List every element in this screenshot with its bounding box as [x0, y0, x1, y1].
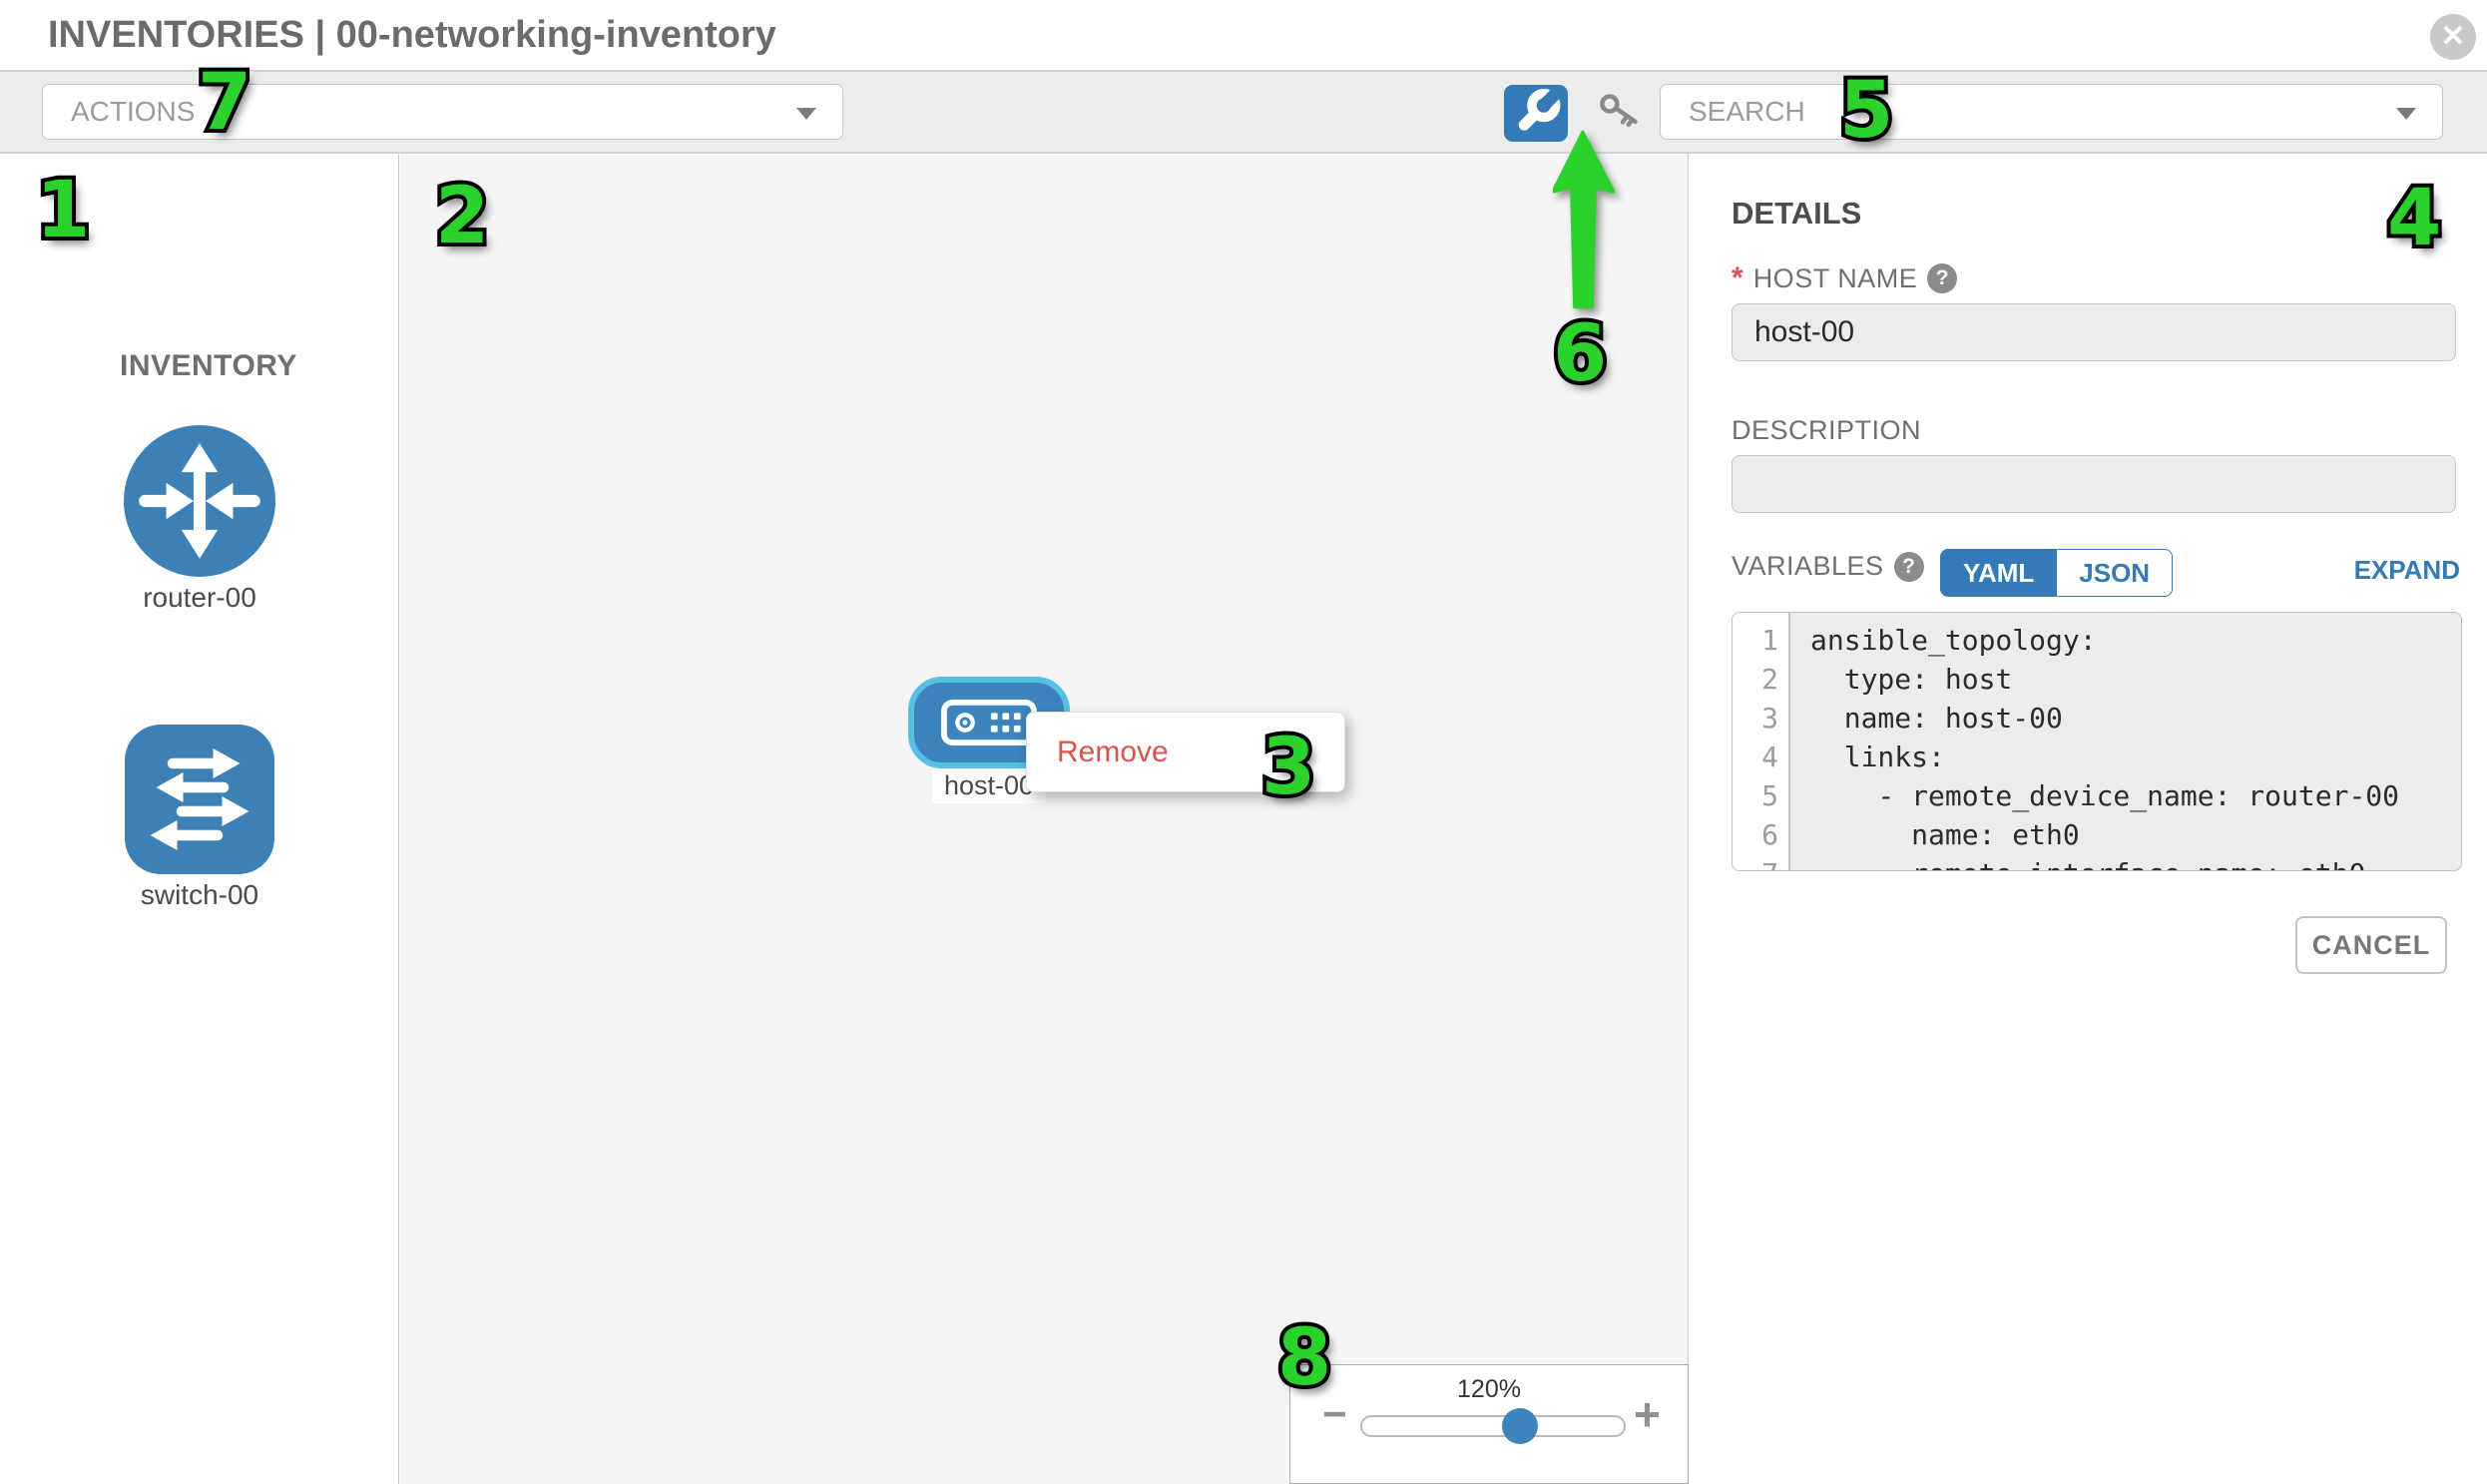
annotation-1: 1 — [36, 172, 90, 249]
help-icon[interactable]: ? — [1927, 263, 1957, 293]
description-label-row: DESCRIPTION — [1732, 415, 1921, 446]
line-number: 7 — [1733, 854, 1788, 871]
router-icon — [124, 425, 275, 577]
code-line: type: host — [1810, 660, 2461, 699]
toggle-json[interactable]: JSON — [2057, 549, 2173, 597]
annotation-8: 8 — [1277, 1319, 1331, 1397]
inventory-sidebar: INVENTORY router-00 — [0, 154, 399, 1484]
description-label: DESCRIPTION — [1732, 415, 1921, 446]
annotation-5: 5 — [1839, 72, 1893, 150]
zoom-in-button[interactable]: + — [1634, 1391, 1661, 1437]
variables-label: VARIABLES — [1732, 551, 1884, 582]
line-number: 1 — [1733, 621, 1788, 660]
required-marker: * — [1732, 261, 1743, 295]
line-number: 6 — [1733, 815, 1788, 854]
host-name-label: HOST NAME — [1753, 263, 1918, 294]
cancel-button[interactable]: CANCEL — [2295, 916, 2447, 974]
annotation-7: 7 — [198, 64, 251, 142]
annotation-3: 3 — [1261, 729, 1315, 806]
actions-dropdown[interactable]: ACTIONS — [42, 84, 843, 140]
chevron-down-icon — [2396, 108, 2416, 120]
zoom-control-panel: 120% − + — [1289, 1364, 1689, 1484]
actions-dropdown-label: ACTIONS — [71, 85, 195, 139]
zoom-level-value: 120% — [1290, 1375, 1688, 1404]
code-line: name: host-00 — [1810, 699, 2461, 738]
line-number: 4 — [1733, 738, 1788, 776]
details-title: DETAILS — [1732, 196, 1861, 232]
host-name-input[interactable] — [1732, 303, 2456, 361]
annotation-arrow-icon — [1553, 130, 1617, 313]
switch-label: switch-00 — [125, 879, 274, 911]
switch-icon — [125, 725, 274, 874]
page-title: INVENTORIES | 00-networking-inventory — [48, 0, 776, 70]
annotation-2: 2 — [435, 178, 489, 255]
description-input[interactable] — [1732, 455, 2456, 513]
code-line: ansible_topology: — [1810, 621, 2461, 660]
host-name-label-row: * HOST NAME ? — [1732, 261, 1957, 295]
variables-label-row: VARIABLES ? — [1732, 551, 1924, 582]
server-icon — [941, 700, 1037, 745]
search-dropdown[interactable]: SEARCH — [1660, 84, 2443, 140]
sidebar-item-router-00[interactable]: router-00 — [124, 425, 275, 614]
close-icon[interactable]: ✕ — [2430, 14, 2476, 60]
zoom-slider-handle[interactable] — [1502, 1408, 1538, 1444]
app-window: INVENTORIES | 00-networking-inventory ✕ … — [0, 0, 2487, 1484]
sidebar-item-switch-00[interactable]: switch-00 — [125, 725, 274, 911]
topology-canvas[interactable]: host-00 Details Remove 120% − + — [400, 154, 1689, 1484]
help-icon[interactable]: ? — [1894, 552, 1924, 582]
search-placeholder: SEARCH — [1689, 85, 1805, 139]
inventory-title: INVENTORY — [120, 349, 297, 383]
code-line: name: eth0 — [1810, 815, 2461, 854]
header: INVENTORIES | 00-networking-inventory ✕ — [0, 0, 2487, 72]
line-number: 3 — [1733, 699, 1788, 738]
toggle-yaml[interactable]: YAML — [1940, 549, 2057, 597]
line-number: 5 — [1733, 776, 1788, 815]
editor-line-numbers: 1 2 3 4 5 6 7 — [1733, 613, 1790, 870]
annotation-4: 4 — [2387, 180, 2441, 257]
toolbar: ACTIONS SEARC — [0, 72, 2487, 154]
code-line: remote_interface_name: eth0 — [1810, 854, 2461, 871]
variables-format-toggle: YAML JSON — [1940, 549, 2173, 597]
editor-code-area[interactable]: ansible_topology: type: host name: host-… — [1790, 613, 2461, 870]
code-line: - remote_device_name: router-00 — [1810, 776, 2461, 815]
zoom-slider-track[interactable] — [1360, 1415, 1626, 1437]
annotation-6: 6 — [1553, 315, 1607, 393]
details-panel: DETAILS * HOST NAME ? DESCRIPTION VARIAB… — [1690, 154, 2487, 1484]
variables-code-editor[interactable]: 1 2 3 4 5 6 7 ansible_topology: type: ho… — [1732, 612, 2462, 871]
router-label: router-00 — [124, 582, 275, 614]
chevron-down-icon — [796, 108, 816, 120]
line-number: 2 — [1733, 660, 1788, 699]
expand-link[interactable]: EXPAND — [2354, 555, 2460, 586]
code-line: links: — [1810, 738, 2461, 776]
